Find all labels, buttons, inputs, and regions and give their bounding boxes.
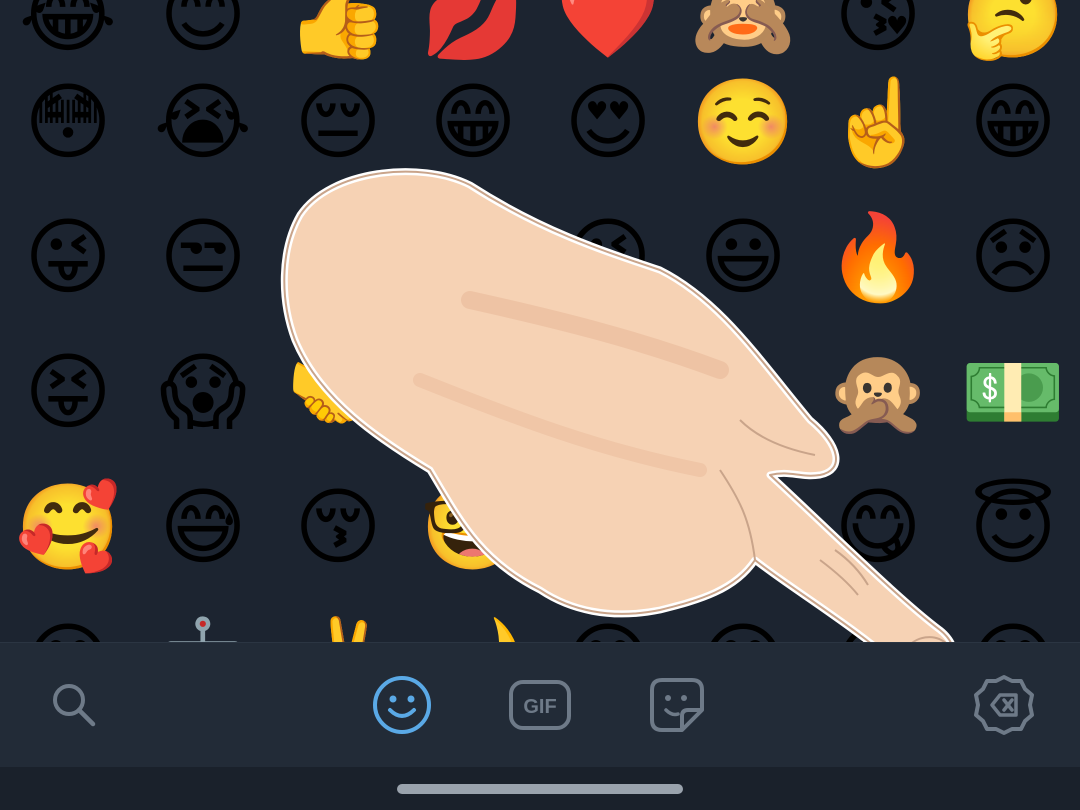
emoji-cell[interactable]: [413, 197, 533, 317]
search-icon: [53, 684, 96, 727]
emoji-cell[interactable]: 😊: [8, 602, 128, 642]
search-tab[interactable]: [42, 673, 106, 737]
emoji-cell[interactable]: 😔: [278, 62, 398, 182]
gif-label: GIF: [523, 696, 556, 718]
emoji-keyboard-toolbar: GIF: [0, 642, 1080, 768]
emoji-cell[interactable]: 😱: [143, 332, 263, 452]
emoji-cell[interactable]: [683, 467, 803, 587]
emoji-cell[interactable]: 😃: [683, 197, 803, 317]
emoji-cell[interactable]: 🌙: [413, 602, 533, 642]
emoji-cell[interactable]: 😭: [143, 62, 263, 182]
emoji-cell[interactable]: 🔥: [818, 197, 938, 317]
emoji-cell[interactable]: 😊: [683, 602, 803, 642]
emoji-cell[interactable]: 😁: [953, 62, 1073, 182]
sticker-icon: [650, 678, 704, 732]
emoji-cell[interactable]: 🥰: [8, 467, 128, 587]
emoji-cell[interactable]: 😊: [818, 602, 938, 642]
emoji-cell[interactable]: ☝️: [818, 62, 938, 182]
smiley-icon: [373, 676, 431, 734]
backspace-icon: [974, 675, 1034, 735]
emoji-cell[interactable]: [278, 197, 398, 317]
gif-icon: GIF: [509, 680, 571, 730]
emoji-cell[interactable]: [683, 332, 803, 452]
emoji-cell[interactable]: 😜: [8, 197, 128, 317]
stickers-tab[interactable]: [645, 673, 709, 737]
emoji-cell[interactable]: 🤓: [413, 467, 533, 587]
gif-tab[interactable]: GIF: [508, 673, 572, 737]
emoji-cell[interactable]: 🙊: [818, 332, 938, 452]
emoji-cell[interactable]: [548, 467, 668, 587]
emoji-cell[interactable]: 😋: [818, 467, 938, 587]
home-indicator[interactable]: [397, 784, 683, 794]
emoji-cell[interactable]: 😚: [278, 467, 398, 587]
backspace-tab[interactable]: [972, 673, 1036, 737]
emoji-cell[interactable]: 😝: [8, 332, 128, 452]
emoji-cell[interactable]: 🤝: [278, 332, 398, 452]
emoji-cell[interactable]: 💵: [953, 332, 1073, 452]
emoji-cell[interactable]: [413, 332, 533, 452]
emoji-cell[interactable]: 😳: [8, 62, 128, 182]
emoji-cell[interactable]: 😉: [548, 197, 668, 317]
emoji-tab[interactable]: [370, 673, 434, 737]
emoji-cell[interactable]: 😍: [548, 62, 668, 182]
emoji-cell[interactable]: 😒: [143, 197, 263, 317]
emoji-cell[interactable]: 😇: [953, 467, 1073, 587]
emoji-cell[interactable]: 😊: [953, 602, 1073, 642]
emoji-cell[interactable]: 🤖: [143, 602, 263, 642]
emoji-cell[interactable]: 😞: [953, 197, 1073, 317]
emoji-cell[interactable]: 😁: [413, 62, 533, 182]
emoji-cell[interactable]: 😅: [143, 467, 263, 587]
emoji-cell[interactable]: ✌️: [278, 602, 398, 642]
emoji-cell[interactable]: ☺️: [683, 62, 803, 182]
emoji-grid: 😂😊👍💋❤️🙈😘🤔😳😭😔😁😍☺️☝️😁😜😒😉😃🔥😞😝😱🤝🙊💵🥰😅😚🤓😋😇😊🤖✌️…: [0, 0, 1080, 642]
emoji-cell[interactable]: 😊: [548, 602, 668, 642]
emoji-cell[interactable]: [548, 332, 668, 452]
